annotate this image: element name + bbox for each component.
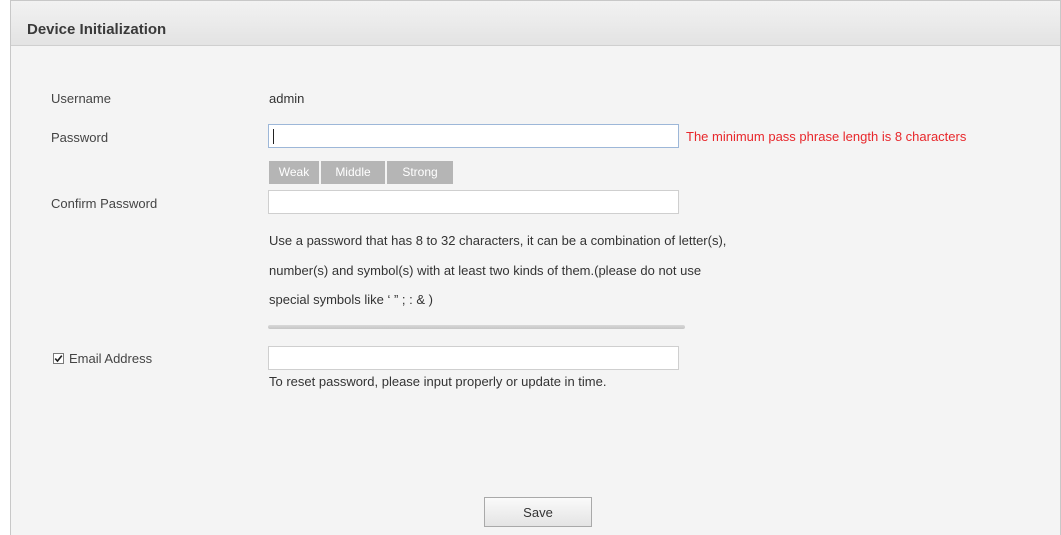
password-input[interactable] [268, 124, 679, 148]
panel-header: Device Initialization [11, 0, 1060, 46]
device-initialization-panel: Device Initialization Username admin Pas… [10, 0, 1061, 535]
save-button[interactable]: Save [484, 497, 592, 527]
password-rule-hint-line-2: number(s) and symbol(s) with at least tw… [269, 263, 702, 278]
password-rule-hint-line-3: special symbols like ‘ ” ; : & ) [269, 292, 433, 307]
password-rule-hint-line-1: Use a password that has 8 to 32 characte… [269, 233, 727, 248]
confirm-password-label: Confirm Password [51, 196, 158, 211]
email-address-input[interactable] [268, 346, 679, 370]
email-reset-hint: To reset password, please input properly… [269, 374, 607, 389]
panel-title: Device Initialization [27, 21, 167, 38]
username-value: admin [269, 91, 305, 106]
password-label: Password [51, 130, 109, 145]
strength-weak: Weak [269, 161, 319, 184]
strength-middle: Middle [321, 161, 385, 184]
email-enable-checkbox[interactable] [53, 353, 64, 364]
password-strength-meter: Weak Middle Strong [269, 161, 453, 184]
text-caret [273, 129, 274, 144]
checkmark-icon [54, 355, 63, 363]
confirm-password-input[interactable] [268, 190, 679, 214]
password-error-message: The minimum pass phrase length is 8 char… [686, 129, 967, 144]
section-divider [268, 325, 685, 329]
username-label: Username [51, 91, 111, 106]
strength-strong: Strong [387, 161, 453, 184]
email-address-label: Email Address [69, 351, 153, 366]
